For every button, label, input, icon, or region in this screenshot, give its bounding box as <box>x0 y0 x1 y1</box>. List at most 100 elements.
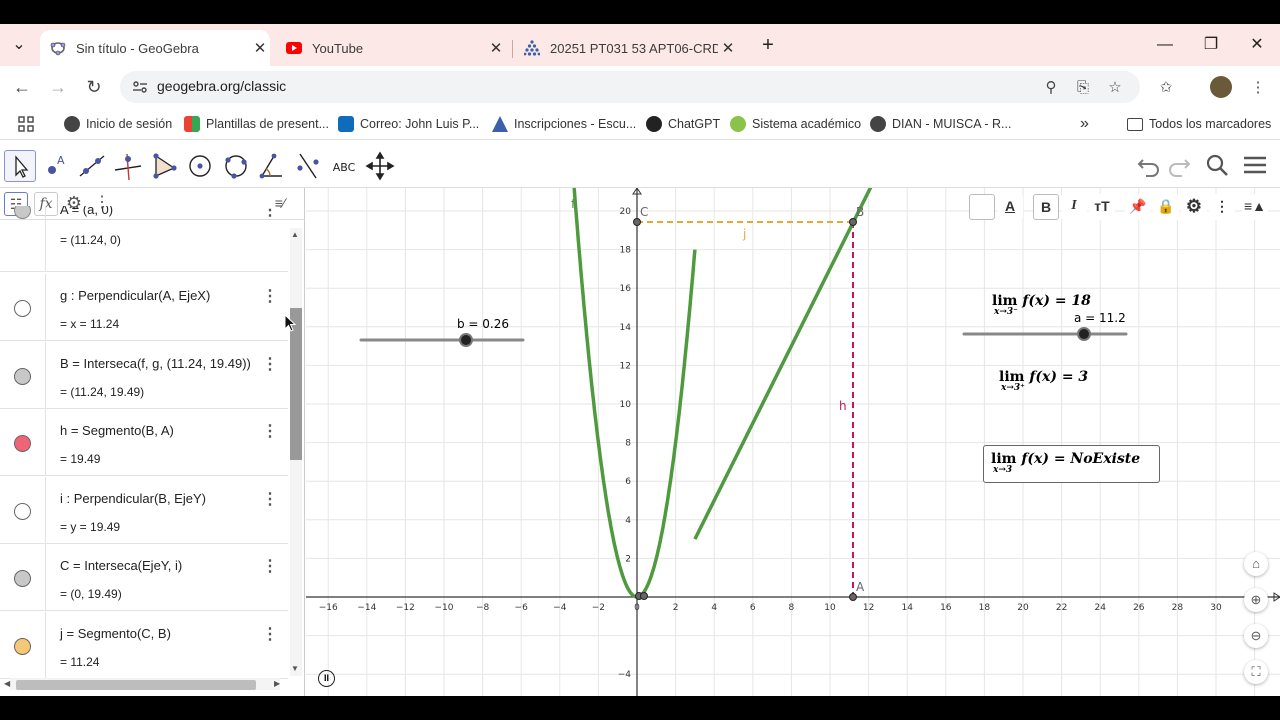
forward-button[interactable]: → <box>45 74 71 100</box>
algebra-row[interactable]: B = Interseca(f, g, (11.24, 19.49)) = (11… <box>0 341 288 409</box>
scroll-left-arrow[interactable]: ◀ <box>4 679 10 688</box>
visibility-toggle[interactable] <box>0 206 46 271</box>
point-tool[interactable]: A <box>40 150 72 182</box>
bookmark-item[interactable]: Inicio de sesión <box>64 115 172 133</box>
angle-tool[interactable] <box>256 150 288 182</box>
all-bookmarks-button[interactable]: Todos los marcadores <box>1127 115 1271 133</box>
pause-animation-icon[interactable]: II <box>318 670 335 687</box>
zoom-icon[interactable]: ⚲ <box>1042 79 1060 97</box>
visibility-dot[interactable] <box>14 637 31 655</box>
row-menu-icon[interactable]: ⋮ <box>262 624 278 644</box>
visibility-toggle[interactable] <box>0 341 46 408</box>
fullscreen-icon[interactable]: ⛶ <box>1244 660 1268 684</box>
row-definition[interactable]: j = Segmento(C, B) <box>60 626 171 641</box>
graphics-canvas[interactable]: −16 −14 −12 −10 −8 −6 −4 −2 0 2 4 6 8 10 12 14 16 18 20 22 2… <box>306 188 1280 696</box>
horizontal-scroll-thumb[interactable] <box>16 680 256 690</box>
graphics-view[interactable]: −16 −14 −12 −10 −8 −6 −4 −2 0 2 4 6 8 10 12 14 16 18 20 22 2… <box>306 188 1280 696</box>
main-menu-icon[interactable] <box>1240 150 1270 180</box>
visibility-toggle[interactable] <box>0 476 46 543</box>
tab-close-icon[interactable]: ✕ <box>486 39 506 57</box>
row-menu-icon[interactable]: ⋮ <box>262 489 278 509</box>
row-menu-icon[interactable]: ⋮ <box>262 286 278 306</box>
function-f-right-branch[interactable] <box>693 188 873 540</box>
row-definition[interactable]: i : Perpendicular(B, EjeY) <box>60 491 206 506</box>
undo-button[interactable] <box>1134 150 1164 180</box>
bold-button[interactable]: B <box>1033 194 1059 220</box>
text-size-button[interactable]: ᴛT <box>1089 194 1115 220</box>
algebra-row[interactable]: g : Perpendicular(A, EjeX) = x = 11.24 ⋮ <box>0 274 288 341</box>
algebra-row[interactable]: i : Perpendicular(B, EjeY) = y = 19.49 ⋮ <box>0 476 288 544</box>
tab-youtube[interactable]: YouTube ✕ <box>276 30 506 66</box>
bookmark-item[interactable]: DIAN - MUISCA - R... <box>870 115 1011 133</box>
visibility-dot[interactable] <box>14 435 31 452</box>
bookmark-item[interactable]: Correo: John Luis P... <box>338 115 479 133</box>
graphics-more-icon[interactable]: ⋮ <box>1209 194 1235 220</box>
zoom-out-icon[interactable]: ⊖ <box>1244 624 1268 648</box>
visibility-toggle[interactable] <box>0 611 46 678</box>
avatar[interactable] <box>1210 76 1232 98</box>
line-tool[interactable] <box>76 150 108 182</box>
row-definition[interactable]: C = Interseca(EjeY, i) <box>60 558 182 573</box>
circle-tool[interactable] <box>184 150 216 182</box>
row-menu-icon[interactable]: ⋮ <box>262 206 278 220</box>
extensions-icon[interactable]: ✩ <box>1157 79 1175 97</box>
toggle-style-bar-icon[interactable]: ≡▲ <box>1242 194 1268 220</box>
point-E[interactable] <box>640 592 648 600</box>
limit-right-text[interactable]: lim x→3⁺ f(x) = 3 <box>999 369 1088 393</box>
algebra-row[interactable]: j = Segmento(C, B) = 11.24 ⋮ <box>0 611 288 679</box>
circle-three-points-tool[interactable] <box>220 150 252 182</box>
visibility-dot[interactable] <box>14 502 31 520</box>
more-bookmarks-button[interactable]: » <box>1080 115 1089 133</box>
row-definition[interactable]: g : Perpendicular(A, EjeX) <box>60 288 210 303</box>
algebra-row[interactable]: C = Interseca(EjeY, i) = (0, 19.49) ⋮ <box>0 544 288 611</box>
row-menu-icon[interactable]: ⋮ <box>262 421 278 441</box>
url-text[interactable]: geogebra.org/classic <box>157 78 286 94</box>
visibility-dot[interactable] <box>14 367 31 385</box>
visibility-dot[interactable] <box>14 206 31 219</box>
scroll-up-arrow[interactable]: ▲ <box>291 230 299 239</box>
redo-button[interactable] <box>1164 150 1194 180</box>
install-page-icon[interactable]: ⎘ <box>1074 79 1092 97</box>
algebra-row[interactable]: h = Segmento(B, A) = 19.49 ⋮ <box>0 409 288 476</box>
text-style-button[interactable]: A <box>997 194 1023 220</box>
back-button[interactable]: ← <box>9 74 35 100</box>
graphics-settings-icon[interactable]: ⚙ <box>1181 194 1207 220</box>
tab-course[interactable]: 20251 PT031 53 APT06-CRD SE ✕ <box>514 30 744 66</box>
point-B[interactable] <box>849 218 857 226</box>
zoom-in-icon[interactable]: ⊕ <box>1244 588 1268 612</box>
reflect-tool[interactable] <box>292 150 324 182</box>
bookmark-star-icon[interactable]: ☆ <box>1106 79 1124 97</box>
new-tab-button[interactable]: + <box>753 32 783 58</box>
limit-result-box[interactable]: lim x→3 f(x) = NoExiste <box>983 445 1160 483</box>
text-color-button[interactable] <box>969 194 995 220</box>
site-info-icon[interactable] <box>132 79 148 95</box>
slider-a-handle[interactable] <box>1077 327 1091 341</box>
perpendicular-tool[interactable] <box>112 150 144 182</box>
move-tool[interactable] <box>4 150 36 182</box>
bookmark-item[interactable]: Sistema académico <box>730 115 861 133</box>
bookmark-item[interactable]: Plantillas de present... <box>184 115 329 133</box>
row-menu-icon[interactable]: ⋮ <box>262 354 278 374</box>
row-definition[interactable]: h = Segmento(B, A) <box>60 423 174 438</box>
algebra-row[interactable]: A = (a, 0) = (11.24, 0) ⋮ <box>0 206 288 272</box>
scroll-down-arrow[interactable]: ▼ <box>291 664 299 673</box>
slider-b-handle[interactable] <box>459 333 473 347</box>
address-bar[interactable]: geogebra.org/classic ⚲ ⎘ ☆ <box>120 71 1140 103</box>
move-graphics-tool[interactable] <box>364 150 396 182</box>
point-C[interactable] <box>633 218 641 226</box>
limit-left-text[interactable]: lim x→3⁻ f(x) = 18 <box>992 293 1091 317</box>
minimize-button[interactable]: — <box>1150 32 1180 58</box>
home-icon[interactable]: ⌂ <box>1244 552 1268 576</box>
italic-button[interactable]: I <box>1061 194 1087 220</box>
tab-close-icon[interactable]: ✕ <box>250 39 270 57</box>
polygon-tool[interactable] <box>148 150 180 182</box>
visibility-toggle[interactable] <box>0 544 46 610</box>
row-definition[interactable]: B = Interseca(f, g, (11.24, 19.49)) <box>60 356 251 371</box>
menu-kebab-icon[interactable]: ⋮ <box>1249 79 1267 97</box>
row-menu-icon[interactable]: ⋮ <box>262 556 278 576</box>
restore-button[interactable]: ❐ <box>1196 32 1226 58</box>
apps-grid-icon[interactable] <box>18 115 34 133</box>
point-A[interactable] <box>849 593 857 601</box>
tab-geogebra[interactable]: Sin título - GeoGebra ✕ <box>40 30 270 66</box>
bookmark-item[interactable]: ChatGPT <box>646 115 720 133</box>
